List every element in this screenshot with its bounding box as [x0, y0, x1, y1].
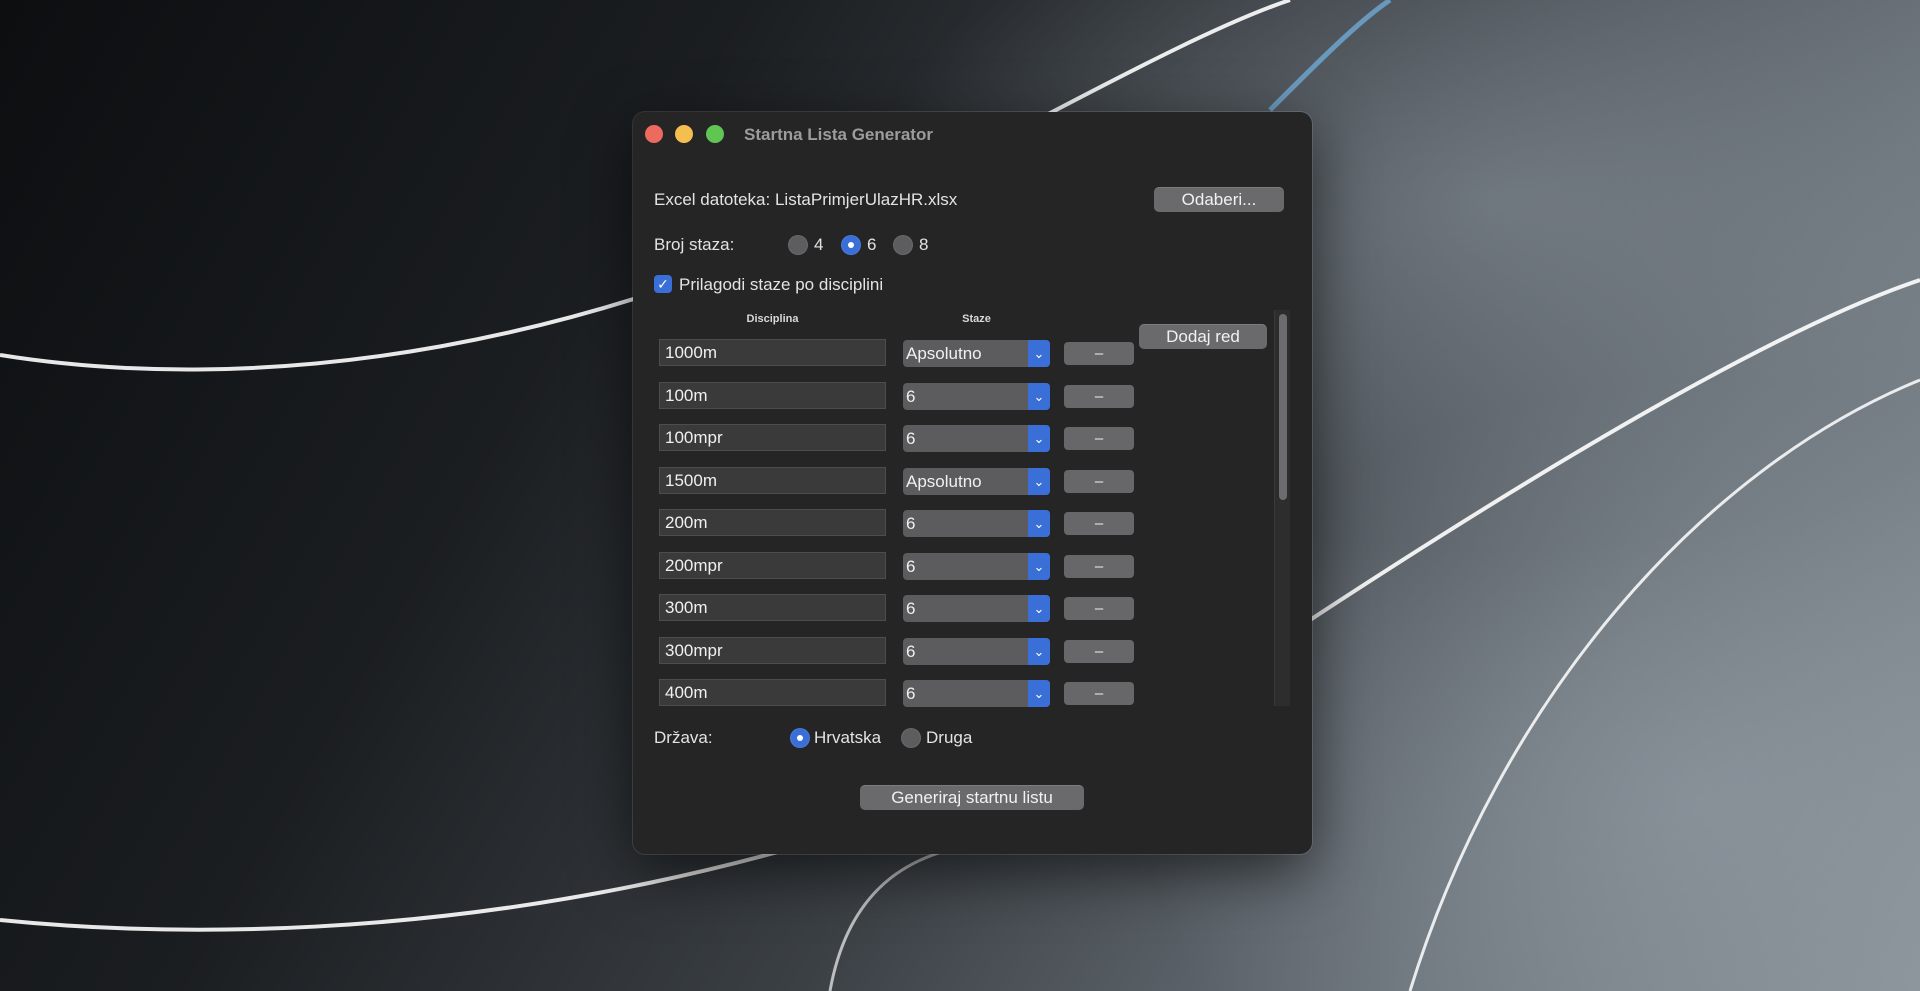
column-header-discipline: Disciplina — [746, 313, 799, 325]
discipline-input[interactable]: 200m — [659, 509, 886, 536]
country-option-label-druga: Druga — [926, 728, 973, 747]
remove-row-button[interactable]: – — [1064, 427, 1134, 450]
lanes-select[interactable]: 6 ⌄ — [903, 425, 1050, 452]
lanes-select-value: Apsolutno — [906, 344, 982, 363]
lanes-option-label-6: 6 — [867, 235, 877, 254]
lanes-count-label: Broj staza: — [654, 235, 735, 254]
lanes-select-value: 6 — [906, 684, 916, 703]
discipline-input[interactable]: 100m — [659, 382, 886, 409]
remove-row-button[interactable]: – — [1064, 342, 1134, 365]
chevron-updown-icon: ⌄ — [1028, 510, 1050, 537]
lanes-select[interactable]: 6 ⌄ — [903, 638, 1050, 665]
discipline-input[interactable]: 200mpr — [659, 552, 886, 579]
column-header-lanes: Staze — [962, 313, 991, 325]
remove-row-button[interactable]: – — [1064, 470, 1134, 493]
lanes-select[interactable]: 6 ⌄ — [903, 383, 1050, 410]
chevron-updown-icon: ⌄ — [1028, 553, 1050, 580]
discipline-input[interactable]: 1000m — [659, 339, 886, 366]
title-bar: Startna Lista Generator — [633, 112, 1312, 156]
chevron-updown-icon: ⌄ — [1028, 340, 1050, 367]
lanes-select[interactable]: 6 ⌄ — [903, 510, 1050, 537]
excel-file-label: Excel datoteka: ListaPrimjerUlazHR.xlsx — [654, 190, 958, 209]
lanes-option-label-8: 8 — [919, 235, 929, 254]
lanes-radio-8[interactable] — [893, 235, 913, 255]
discipline-input[interactable]: 300m — [659, 594, 886, 621]
adjust-lanes-label: Prilagodi staze po disciplini — [679, 275, 884, 294]
chevron-updown-icon: ⌄ — [1028, 383, 1050, 410]
lanes-select-value: 6 — [906, 599, 916, 618]
lanes-select[interactable]: Apsolutno ⌄ — [903, 468, 1050, 495]
choose-file-button[interactable]: Odaberi... — [1154, 187, 1284, 212]
lanes-select[interactable]: 6 ⌄ — [903, 595, 1050, 622]
minimize-window-button[interactable] — [675, 125, 693, 143]
app-window: Startna Lista Generator Excel datoteka: … — [633, 112, 1312, 854]
chevron-updown-icon: ⌄ — [1028, 680, 1050, 707]
add-row-button[interactable]: Dodaj red — [1139, 324, 1267, 349]
discipline-input[interactable]: 1500m — [659, 467, 886, 494]
scrollbar-thumb[interactable] — [1279, 314, 1287, 500]
maximize-window-button[interactable] — [706, 125, 724, 143]
lanes-option-label-4: 4 — [814, 235, 824, 254]
lanes-select-value: Apsolutno — [906, 472, 982, 491]
chevron-updown-icon: ⌄ — [1028, 468, 1050, 495]
lanes-select-value: 6 — [906, 642, 916, 661]
lanes-select[interactable]: 6 ⌄ — [903, 680, 1050, 707]
country-option-label-hrvatska: Hrvatska — [814, 728, 882, 747]
window-title: Startna Lista Generator — [744, 125, 933, 144]
lanes-select-value: 6 — [906, 429, 916, 448]
remove-row-button[interactable]: – — [1064, 597, 1134, 620]
remove-row-button[interactable]: – — [1064, 385, 1134, 408]
adjust-lanes-checkbox[interactable]: ✓ — [654, 275, 672, 293]
discipline-input[interactable]: 100mpr — [659, 424, 886, 451]
lanes-radio-6[interactable] — [841, 235, 861, 255]
remove-row-button[interactable]: – — [1064, 640, 1134, 663]
remove-row-button[interactable]: – — [1064, 512, 1134, 535]
lanes-select-value: 6 — [906, 557, 916, 576]
chevron-updown-icon: ⌄ — [1028, 595, 1050, 622]
discipline-input[interactable]: 300mpr — [659, 637, 886, 664]
close-window-button[interactable] — [645, 125, 663, 143]
generate-start-list-button[interactable]: Generiraj startnu listu — [860, 785, 1084, 810]
chevron-updown-icon: ⌄ — [1028, 425, 1050, 452]
discipline-input[interactable]: 400m — [659, 679, 886, 706]
desktop-wallpaper: Startna Lista Generator Excel datoteka: … — [0, 0, 1920, 991]
lanes-select[interactable]: Apsolutno ⌄ — [903, 340, 1050, 367]
remove-row-button[interactable]: – — [1064, 555, 1134, 578]
lanes-select-value: 6 — [906, 514, 916, 533]
lanes-radio-4[interactable] — [788, 235, 808, 255]
country-label: Država: — [654, 728, 713, 747]
country-radio-druga[interactable] — [901, 728, 921, 748]
lanes-select-value: 6 — [906, 387, 916, 406]
remove-row-button[interactable]: – — [1064, 682, 1134, 705]
table-scrollbar[interactable] — [1274, 310, 1290, 706]
lanes-select[interactable]: 6 ⌄ — [903, 553, 1050, 580]
chevron-updown-icon: ⌄ — [1028, 638, 1050, 665]
country-radio-hrvatska[interactable] — [790, 728, 810, 748]
